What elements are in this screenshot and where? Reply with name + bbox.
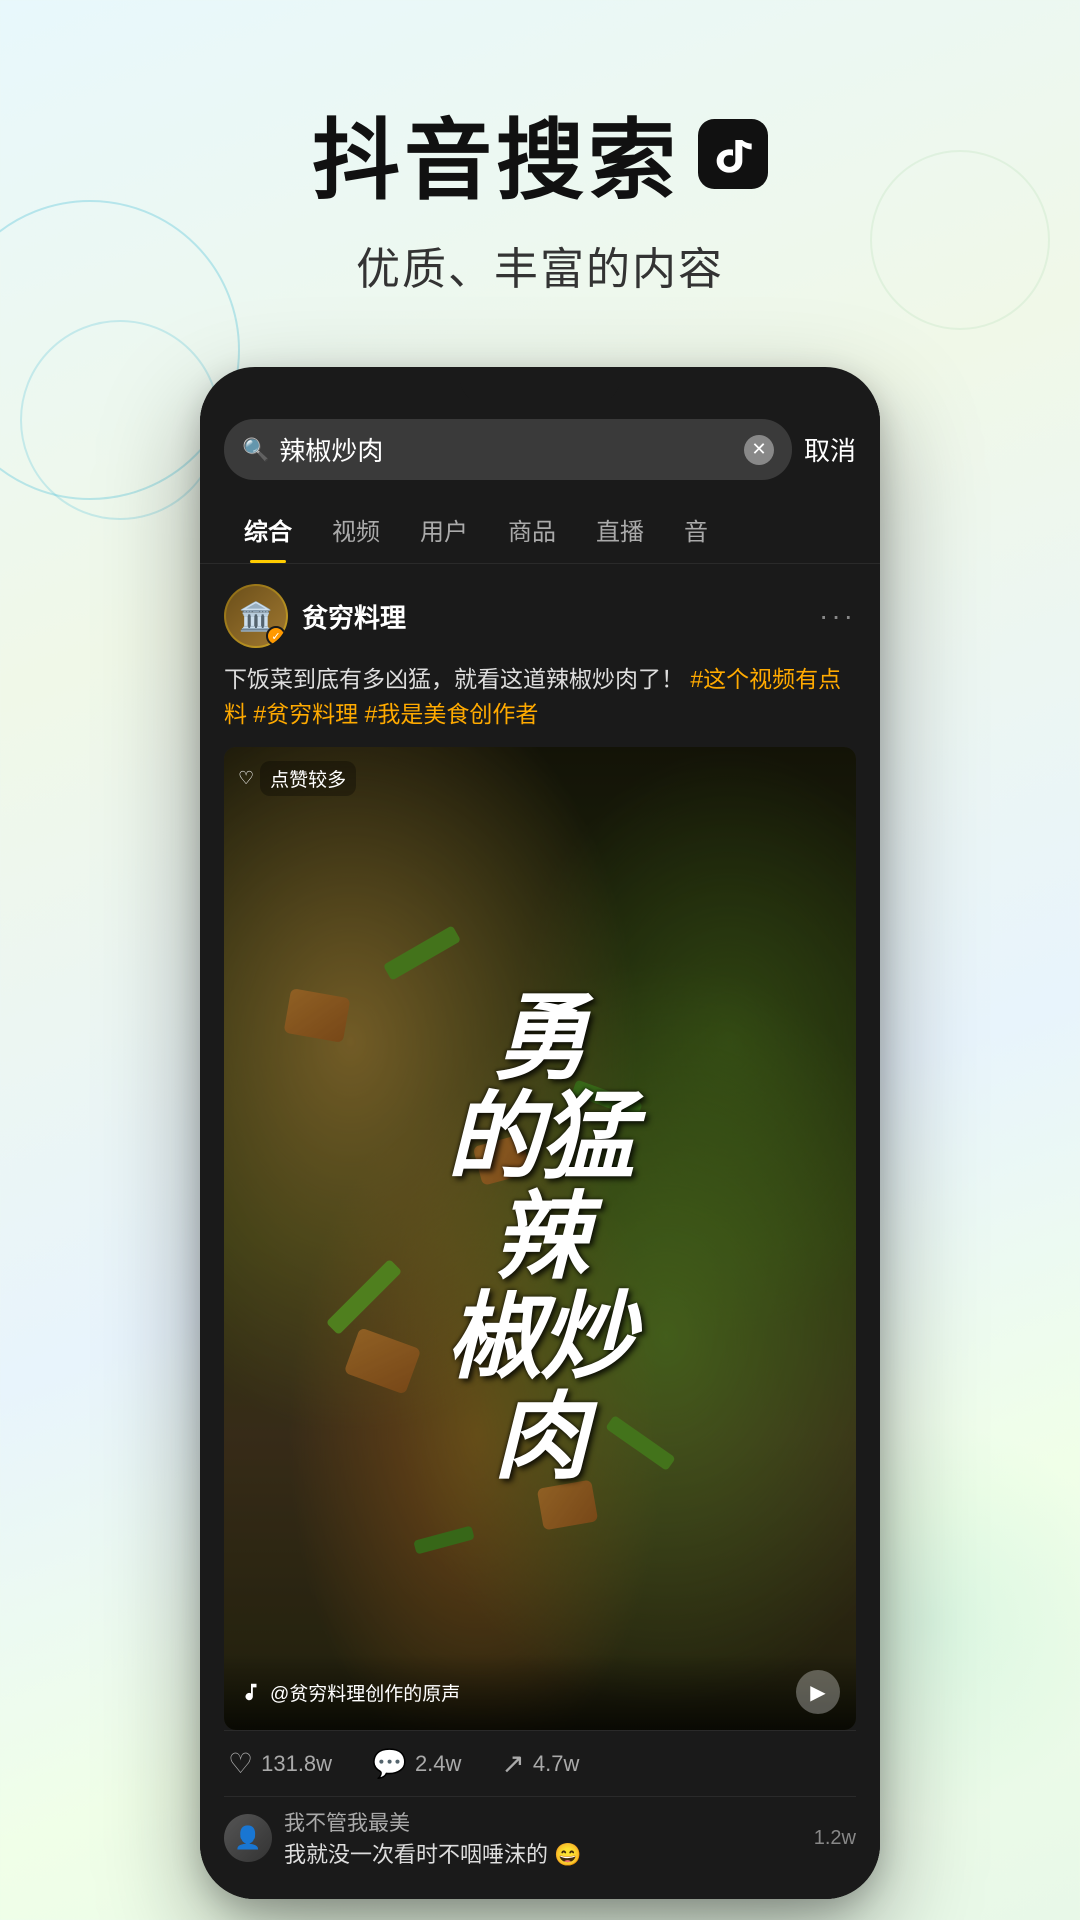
- comment-content-text: 我就没一次看时不咽唾沫的 😄: [284, 1837, 802, 1869]
- heart-icon: ♡: [238, 768, 254, 789]
- tab-音[interactable]: 音: [664, 496, 728, 563]
- popular-badge: ♡ 点赞较多: [238, 761, 356, 796]
- search-icon: 🔍: [242, 437, 269, 463]
- comment-text-wrap: 我不管我最美 我就没一次看时不咽唾沫的 😄: [284, 1807, 802, 1869]
- heart-interact-icon: ♡: [228, 1747, 253, 1780]
- header-subtitle: 优质、丰富的内容: [0, 233, 1080, 297]
- search-tabs: 综合 视频 用户 商品 直播 音: [200, 496, 880, 564]
- share-icon: ↗: [501, 1747, 524, 1780]
- header: 抖音搜索 优质、丰富的内容: [0, 0, 1080, 347]
- user-avatar[interactable]: 🏛️ ✓: [224, 584, 288, 648]
- comments-count: 2.4w: [415, 1751, 461, 1777]
- tiktok-logo-icon: [698, 119, 768, 189]
- app-title: 抖音搜索: [312, 90, 768, 217]
- video-text-overlay: 勇的猛辣椒炒肉: [256, 989, 825, 1488]
- phone-notch: [460, 367, 620, 403]
- comment-likes-count: 1.2w: [814, 1827, 856, 1850]
- phone-content: 🔍 辣椒炒肉 ✕ 取消 综合 视频 用户 商品: [200, 403, 880, 1899]
- verified-badge: ✓: [266, 626, 286, 646]
- post-desc-text: 下饭菜到底有多凶猛，就看这道辣椒炒肉了！: [224, 666, 684, 692]
- video-bottom-bar: @贫穷料理创作的原声 ▶: [224, 1654, 856, 1730]
- content-area: 🏛️ ✓ 贫穷料理 ··· 下饭菜到底有多凶猛，就看这道辣椒炒肉了！ #这个视频…: [200, 564, 880, 1899]
- tab-商品[interactable]: 商品: [488, 496, 576, 563]
- comment-preview: 👤 我不管我最美 我就没一次看时不咽唾沫的 😄 1.2w: [224, 1796, 856, 1879]
- video-thumbnail[interactable]: ♡ 点赞较多 勇的猛辣椒炒肉: [224, 747, 856, 1730]
- comments-button[interactable]: 💬 2.4w: [372, 1747, 461, 1780]
- tab-综合[interactable]: 综合: [224, 496, 312, 563]
- tab-用户[interactable]: 用户: [400, 496, 488, 563]
- interaction-bar: ♡ 131.8w 💬 2.4w ↗ 4.7w: [224, 1730, 856, 1796]
- play-button[interactable]: ▶: [796, 1670, 840, 1714]
- phone-mockup: 🔍 辣椒炒肉 ✕ 取消 综合 视频 用户 商品: [0, 367, 1080, 1899]
- search-bar: 🔍 辣椒炒肉 ✕ 取消: [200, 403, 880, 496]
- video-big-text: 勇的猛辣椒炒肉: [256, 989, 825, 1488]
- comment-icon: 💬: [372, 1747, 407, 1780]
- search-cancel-button[interactable]: 取消: [804, 431, 856, 468]
- commenter-name: 我不管我最美: [284, 1807, 802, 1837]
- commenter-avatar-placeholder: 👤: [234, 1825, 261, 1851]
- search-input-wrap[interactable]: 🔍 辣椒炒肉 ✕: [224, 419, 792, 480]
- commenter-avatar: 👤: [224, 1814, 272, 1862]
- shares-button[interactable]: ↗ 4.7w: [501, 1747, 579, 1780]
- sound-label: @贫穷料理创作的原声: [270, 1679, 460, 1706]
- post-description: 下饭菜到底有多凶猛，就看这道辣椒炒肉了！ #这个视频有点料 #贫穷料理 #我是美…: [224, 662, 856, 731]
- likes-button[interactable]: ♡ 131.8w: [228, 1747, 332, 1780]
- post-user-row: 🏛️ ✓ 贫穷料理 ···: [224, 584, 856, 648]
- search-query-text: 辣椒炒肉: [279, 431, 734, 468]
- tab-直播[interactable]: 直播: [576, 496, 664, 563]
- more-options-button[interactable]: ···: [819, 600, 856, 632]
- music-note-icon: [240, 1681, 262, 1703]
- likes-count: 131.8w: [261, 1751, 332, 1777]
- search-clear-button[interactable]: ✕: [744, 435, 774, 465]
- title-text: 抖音搜索: [312, 90, 680, 217]
- shares-count: 4.7w: [533, 1751, 579, 1777]
- popular-badge-text: 点赞较多: [260, 761, 356, 796]
- sound-info: @贫穷料理创作的原声: [240, 1679, 460, 1706]
- phone-frame: 🔍 辣椒炒肉 ✕ 取消 综合 视频 用户 商品: [200, 367, 880, 1899]
- tab-视频[interactable]: 视频: [312, 496, 400, 563]
- username-label[interactable]: 贫穷料理: [302, 598, 406, 635]
